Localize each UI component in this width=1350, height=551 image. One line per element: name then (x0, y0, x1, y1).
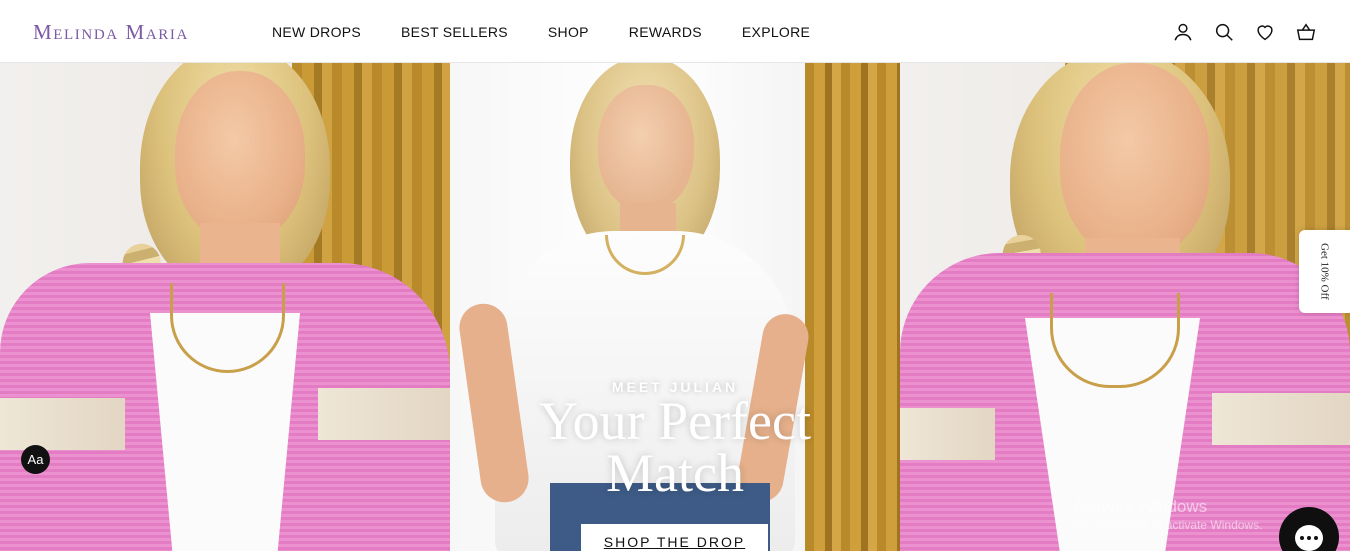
main-nav: NEW DROPS BEST SELLERS SHOP REWARDS EXPL… (272, 22, 850, 42)
shop-the-drop-button[interactable]: SHOP THE DROP (581, 524, 768, 551)
wishlist-heart-icon[interactable] (1253, 20, 1277, 44)
nav-rewards[interactable]: REWARDS (629, 22, 702, 42)
cart-basket-icon[interactable] (1294, 20, 1318, 44)
nav-new-drops[interactable]: NEW DROPS (272, 22, 361, 42)
chat-bubble-icon (1295, 525, 1323, 551)
discount-side-tab[interactable]: Get 10% Off (1299, 230, 1350, 313)
nav-best-sellers[interactable]: BEST SELLERS (401, 22, 508, 42)
account-icon[interactable] (1171, 20, 1195, 44)
nav-shop[interactable]: SHOP (548, 22, 589, 42)
accessibility-button[interactable]: Aa (21, 445, 50, 474)
site-header: Melinda Maria NEW DROPS BEST SELLERS SHO… (0, 0, 1350, 63)
watermark-line2: Go to Settings to activate Windows. (1073, 518, 1263, 532)
hero-image-right (900, 63, 1350, 551)
watermark-line1: Activate Windows (1073, 497, 1208, 516)
search-icon[interactable] (1212, 20, 1236, 44)
discount-side-tab-label: Get 10% Off (1318, 243, 1331, 300)
windows-activation-watermark: Activate Windows Go to Settings to activ… (1073, 497, 1262, 533)
hero-banner[interactable] (0, 63, 1350, 551)
hero-image-center (450, 63, 900, 551)
hero-image-left (0, 63, 450, 551)
brand-logo[interactable]: Melinda Maria (33, 19, 189, 45)
nav-explore[interactable]: EXPLORE (742, 22, 810, 42)
header-icons (1154, 20, 1318, 44)
